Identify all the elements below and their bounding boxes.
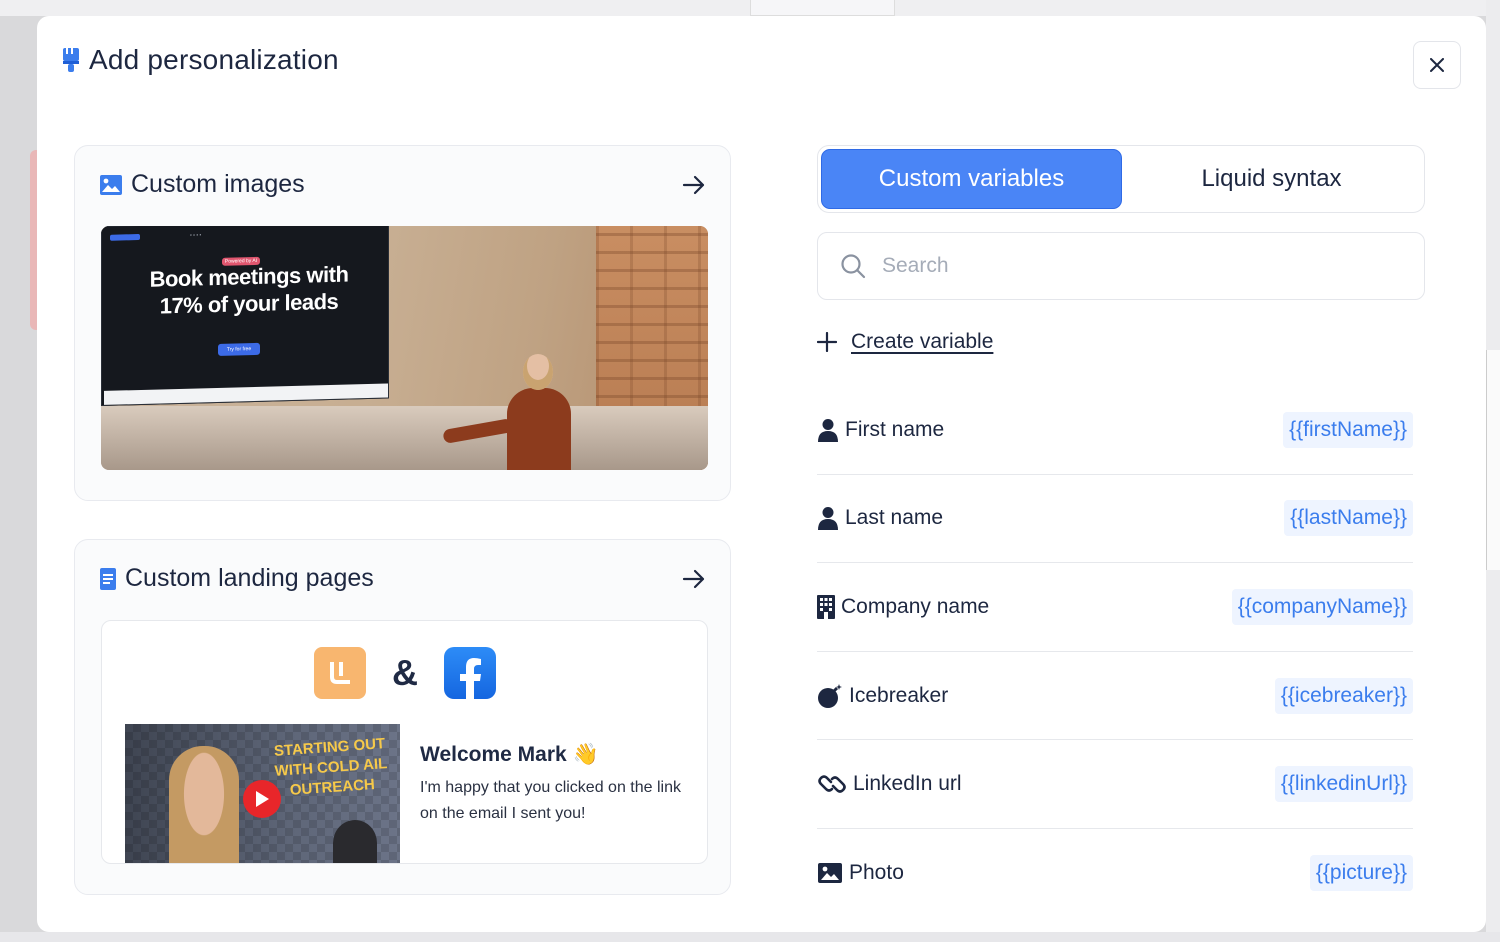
variable-label: First name [845, 417, 945, 441]
close-button[interactable] [1413, 41, 1461, 89]
building-icon [817, 594, 835, 619]
arrow-right-icon[interactable] [682, 175, 706, 195]
paintbrush-icon [61, 47, 81, 73]
video-thumbnail[interactable]: STARTING OUT WITH COLD AIL OUTREACH [125, 724, 400, 863]
partner-logos: & [314, 647, 496, 699]
tab-liquid-syntax[interactable]: Liquid syntax [1122, 149, 1421, 209]
welcome-heading: Welcome Mark 👋 [420, 743, 599, 766]
custom-images-header: Custom images [99, 170, 706, 199]
background-right-card [1486, 350, 1500, 570]
variable-token[interactable]: {{lastName}} [1284, 500, 1413, 537]
variable-label: Last name [845, 506, 944, 530]
floor [101, 406, 708, 470]
ampersand: & [392, 652, 418, 693]
modal-title: Add personalization [89, 44, 339, 75]
facebook-logo [444, 647, 496, 699]
user-icon [817, 418, 839, 442]
variable-label: Company name [841, 594, 990, 618]
custom-landing-pages-title: Custom landing pages [125, 564, 374, 592]
landing-page-preview: & STARTING OUT WITH COLD AIL OUTREACH We… [101, 620, 708, 864]
search-box [817, 232, 1425, 300]
plus-icon [817, 332, 837, 352]
play-icon[interactable] [243, 780, 281, 818]
lemlist-logo [314, 647, 366, 699]
background-zoom-controls [750, 0, 895, 16]
variable-label: Photo [849, 861, 904, 885]
variable-label: Icebreaker [849, 683, 949, 707]
add-personalization-modal: Add personalization Custom images ▪ ▪ ▪ … [37, 16, 1486, 932]
link-icon [817, 772, 847, 796]
search-icon [840, 253, 866, 279]
video-mascot [333, 820, 377, 863]
variable-row-first-name[interactable]: First name {{firstName}} [817, 386, 1413, 475]
projected-headline: Book meetings with 17% of your leads [149, 261, 349, 319]
variable-token[interactable]: {{icebreaker}} [1274, 677, 1413, 714]
variable-token[interactable]: {{picture}} [1309, 855, 1413, 892]
variable-token[interactable]: {{companyName}} [1231, 588, 1413, 625]
custom-landing-pages-card[interactable]: Custom landing pages & STARTING OUT WITH… [74, 539, 731, 895]
arrow-right-icon[interactable] [682, 569, 706, 589]
user-icon [817, 506, 839, 531]
variable-mode-tabs: Custom variables Liquid syntax [817, 145, 1425, 213]
create-variable-label: Create variable [851, 330, 994, 353]
bomb-icon [817, 683, 843, 709]
variable-token[interactable]: {{linkedinUrl}} [1274, 766, 1413, 803]
variable-token[interactable]: {{firstName}} [1283, 411, 1413, 448]
video-title-text: STARTING OUT WITH COLD AIL OUTREACH [273, 735, 388, 799]
document-icon [99, 567, 117, 591]
projected-cta: Try for free [218, 342, 260, 356]
welcome-message: I'm happy that you clicked on the link o… [420, 779, 681, 822]
projected-screen: ▪ ▪ ▪ ▪ Powered by AI Book meetings with… [101, 226, 389, 406]
image-icon [817, 862, 843, 884]
background-bottom-bar [0, 932, 1500, 942]
variable-row-last-name[interactable]: Last name {{lastName}} [817, 475, 1413, 564]
close-icon [1430, 58, 1444, 72]
tab-custom-variables[interactable]: Custom variables [821, 149, 1122, 209]
variable-row-icebreaker[interactable]: Icebreaker {{icebreaker}} [817, 652, 1413, 741]
search-input[interactable] [882, 254, 1382, 278]
image-icon [99, 174, 123, 196]
projected-bar [104, 383, 388, 405]
modal-header: Add personalization [61, 44, 339, 76]
custom-image-preview: ▪ ▪ ▪ ▪ Powered by AI Book meetings with… [101, 226, 708, 470]
projected-nav: ▪ ▪ ▪ ▪ [110, 226, 382, 243]
variable-row-linkedin-url[interactable]: LinkedIn url {{linkedinUrl}} [817, 740, 1413, 829]
custom-landing-pages-header: Custom landing pages [99, 564, 706, 593]
create-variable-link[interactable]: Create variable [817, 330, 993, 354]
variable-label: LinkedIn url [853, 772, 962, 796]
presenter-figure [442, 346, 573, 470]
custom-images-card[interactable]: Custom images ▪ ▪ ▪ ▪ Powered by AI Book… [74, 145, 731, 501]
video-presenter [169, 746, 239, 863]
variable-row-photo[interactable]: Photo {{picture}} [817, 829, 1413, 918]
variable-row-company-name[interactable]: Company name {{companyName}} [817, 563, 1413, 652]
custom-images-title: Custom images [131, 170, 305, 198]
variable-list: First name {{firstName}} Last name {{las… [817, 386, 1413, 918]
